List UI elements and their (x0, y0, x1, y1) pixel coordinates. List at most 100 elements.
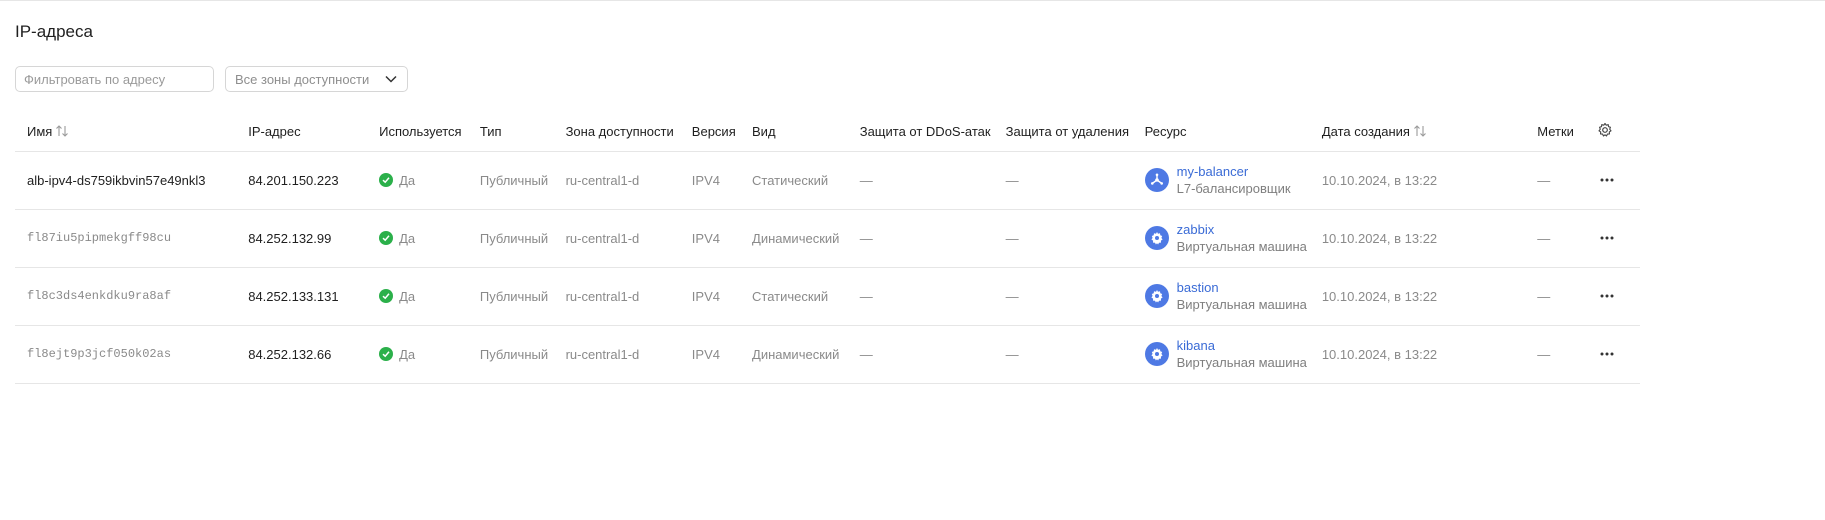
resource-link[interactable]: bastion (1177, 279, 1307, 296)
resource-type: Виртуальная машина (1176, 239, 1307, 254)
chevron-down-icon (384, 72, 398, 86)
cell-name[interactable]: fl8c3ds4enkdku9ra8af (15, 267, 237, 326)
col-version-header: Версия (679, 113, 741, 152)
table-row[interactable]: fl8c3ds4enkdku9ra8af 84.252.133.131 Да П… (15, 267, 1640, 326)
sort-icon[interactable] (1413, 125, 1427, 140)
cell-zone: ru-central1-d (553, 325, 680, 384)
col-ddos-header: Защита от DDoS-атак (847, 113, 994, 152)
cell-ddos: — (847, 151, 994, 210)
vm-icon (1144, 284, 1169, 308)
cell-zone: ru-central1-d (553, 151, 680, 210)
resource-link[interactable]: zabbix (1177, 221, 1307, 238)
table-row[interactable]: alb-ipv4-ds759ikbvin57e49nkl3 84.201.150… (15, 151, 1640, 210)
top-divider (0, 0, 1825, 1)
col-created-label: Дата создания (1321, 123, 1410, 139)
gear-icon[interactable] (1597, 122, 1613, 138)
table-row[interactable]: fl87iu5pipmekgff98cu 84.252.132.99 Да Пу… (15, 209, 1640, 268)
cell-zone: ru-central1-d (553, 267, 680, 326)
more-actions-icon[interactable] (1597, 344, 1617, 364)
resource-type: Виртуальная машина (1176, 355, 1307, 370)
more-actions-icon[interactable] (1597, 228, 1617, 248)
cell-type: Публичный (467, 209, 554, 268)
col-zone-header: Зона доступности (553, 113, 680, 152)
cell-kind: Статический (740, 267, 848, 326)
cell-name[interactable]: fl87iu5pipmekgff98cu (15, 209, 237, 268)
cell-labels: — (1525, 267, 1586, 326)
cell-created: 10.10.2024, в 13:22 (1309, 151, 1526, 210)
col-labels-header: Метки (1525, 113, 1586, 152)
cell-version: IPV4 (679, 209, 741, 268)
cell-name[interactable]: alb-ipv4-ds759ikbvin57e49nkl3 (15, 151, 237, 210)
cell-ddos: — (847, 325, 994, 384)
cell-used: Да (367, 151, 468, 210)
cell-kind: Статический (740, 151, 848, 210)
cell-resource: bastion Виртуальная машина (1132, 267, 1310, 326)
cell-deletion: — (993, 267, 1133, 326)
cell-deletion: — (993, 325, 1133, 384)
cell-created: 10.10.2024, в 13:22 (1309, 325, 1526, 384)
col-settings-header (1585, 113, 1640, 152)
cell-actions (1585, 151, 1640, 210)
cell-used: Да (367, 267, 468, 326)
cell-version: IPV4 (679, 325, 741, 384)
table-row[interactable]: fl8ejt9p3jcf050k02as 84.252.132.66 Да Пу… (15, 325, 1640, 384)
load-balancer-icon (1144, 168, 1169, 192)
vm-icon (1144, 226, 1169, 250)
vm-icon (1144, 342, 1169, 366)
cell-labels: — (1525, 209, 1586, 268)
cell-kind: Динамический (740, 209, 848, 268)
resource-link[interactable]: my-balancer (1177, 163, 1291, 180)
cell-deletion: — (993, 209, 1133, 268)
col-deletion-header: Защита от удаления (993, 113, 1133, 152)
used-label: Да (399, 288, 416, 304)
zone-select[interactable]: Все зоны доступности (225, 66, 408, 92)
cell-deletion: — (993, 151, 1133, 210)
check-circle-icon (379, 347, 394, 362)
resource-type: L7-балансировщик (1176, 181, 1291, 196)
cell-used: Да (367, 209, 468, 268)
cell-ip: 84.201.150.223 (236, 151, 368, 210)
resource-link[interactable]: kibana (1177, 337, 1307, 354)
zone-select-value: Все зоны доступности (235, 71, 370, 87)
more-actions-icon[interactable] (1597, 286, 1617, 306)
cell-kind: Динамический (740, 325, 848, 384)
col-created-header[interactable]: Дата создания (1309, 113, 1526, 152)
cell-actions (1585, 267, 1640, 326)
used-label: Да (399, 346, 416, 362)
cell-version: IPV4 (679, 267, 741, 326)
used-label: Да (399, 230, 416, 246)
check-circle-icon (379, 289, 394, 304)
col-used-header: Используется (367, 113, 468, 152)
cell-created: 10.10.2024, в 13:22 (1309, 209, 1526, 268)
cell-ip: 84.252.133.131 (236, 267, 368, 326)
cell-type: Публичный (467, 325, 554, 384)
cell-name[interactable]: fl8ejt9p3jcf050k02as (15, 325, 237, 384)
col-resource-header: Ресурс (1132, 113, 1310, 152)
cell-labels: — (1525, 151, 1586, 210)
cell-ip: 84.252.132.66 (236, 325, 368, 384)
cell-created: 10.10.2024, в 13:22 (1309, 267, 1526, 326)
cell-resource: my-balancer L7-балансировщик (1132, 151, 1310, 210)
check-circle-icon (379, 231, 394, 246)
address-filter-input[interactable] (15, 66, 214, 92)
cell-type: Публичный (467, 267, 554, 326)
page-title: IP-адреса (15, 22, 93, 41)
cell-ddos: — (847, 267, 994, 326)
cell-ip: 84.252.132.99 (236, 209, 368, 268)
table-header-row: Имя IP-адрес Используется Тип Зона досту… (15, 113, 1640, 152)
col-kind-header: Вид (740, 113, 848, 152)
cell-zone: ru-central1-d (553, 209, 680, 268)
check-circle-icon (379, 173, 394, 188)
cell-type: Публичный (467, 151, 554, 210)
sort-icon[interactable] (55, 125, 69, 140)
cell-labels: — (1525, 325, 1586, 384)
cell-version: IPV4 (679, 151, 741, 210)
cell-resource: kibana Виртуальная машина (1132, 325, 1310, 384)
ip-address-table: Имя IP-адрес Используется Тип Зона досту… (15, 113, 1640, 384)
col-ip-header: IP-адрес (236, 113, 368, 152)
more-actions-icon[interactable] (1597, 170, 1617, 190)
col-name-label: Имя (27, 123, 53, 139)
col-name-header[interactable]: Имя (15, 113, 237, 152)
resource-type: Виртуальная машина (1176, 297, 1307, 312)
used-label: Да (399, 172, 416, 188)
